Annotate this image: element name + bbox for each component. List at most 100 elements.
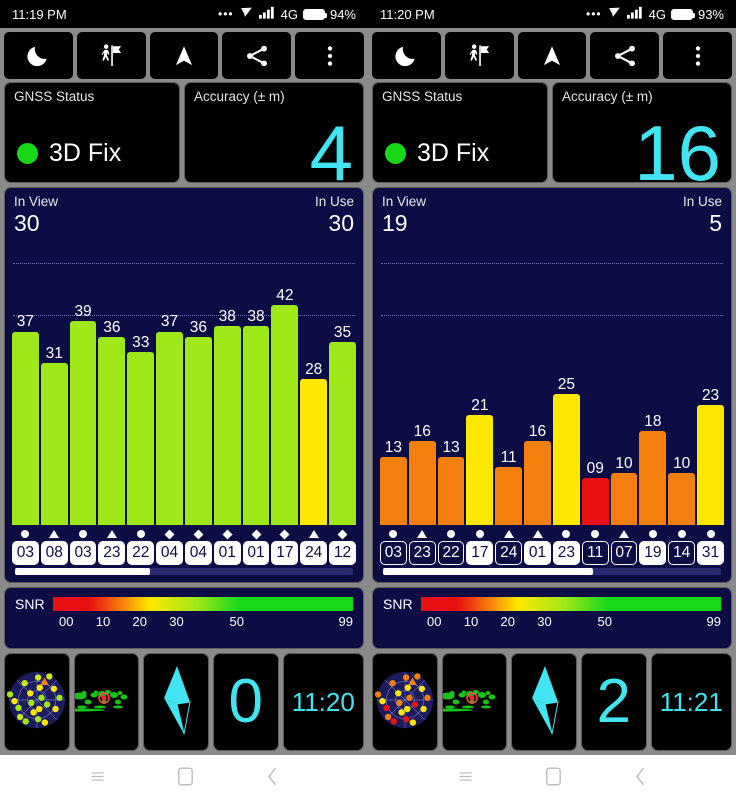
satellite-id-badge[interactable]: 04 xyxy=(184,541,212,565)
share-button[interactable] xyxy=(222,32,292,79)
clock-card[interactable]: 11:21 xyxy=(650,653,733,751)
bar-group[interactable]: 28 xyxy=(300,232,328,525)
satellite-id-badge[interactable]: 03 xyxy=(12,541,39,565)
bar-group[interactable]: 39 xyxy=(69,232,97,525)
satellite-id-badge[interactable]: 01 xyxy=(213,541,241,565)
bar xyxy=(300,378,328,525)
satellite-id-badge[interactable]: 08 xyxy=(40,541,68,565)
nav-menu-button[interactable] xyxy=(89,768,106,785)
surveyor-button[interactable] xyxy=(76,32,146,79)
chart-scrollbar[interactable] xyxy=(383,568,721,575)
navigation-button[interactable] xyxy=(517,32,587,79)
clock-card[interactable]: 11:20 xyxy=(282,653,365,751)
world-map-card[interactable] xyxy=(441,653,508,751)
satellite-id-badge[interactable]: 17 xyxy=(271,541,299,565)
satellite-id-badge[interactable]: 22 xyxy=(437,541,465,565)
snr-legend-row: SNR xyxy=(383,596,721,612)
satellite-id-badge[interactable]: 22 xyxy=(127,541,155,565)
bar-group[interactable]: 37 xyxy=(12,232,39,525)
overflow-menu-button[interactable] xyxy=(295,32,364,79)
gps-panel-1: 11:19 PM ••• 4G 94% GNSS Status 3D Fix Accurac… xyxy=(0,0,368,755)
accuracy-card[interactable]: Accuracy (± m) 4 xyxy=(184,82,364,183)
bar-group[interactable]: 16 xyxy=(524,232,551,525)
satellite-id-badge[interactable]: 03 xyxy=(69,541,97,565)
satellite-id-badge[interactable]: 19 xyxy=(639,541,667,565)
accuracy-card[interactable]: Accuracy (± m) 16 xyxy=(552,82,732,183)
speed-card[interactable]: 0 xyxy=(212,653,279,751)
bar-group[interactable]: 38 xyxy=(242,232,270,525)
bar-group[interactable]: 16 xyxy=(408,232,436,525)
nav-home-button[interactable] xyxy=(545,767,561,786)
nav-home-button[interactable] xyxy=(177,767,193,786)
surveyor-button[interactable] xyxy=(444,32,514,79)
bar xyxy=(524,441,551,525)
chart-scrollbar-thumb[interactable] xyxy=(15,568,151,575)
satellite-id-badge[interactable]: 14 xyxy=(668,541,696,565)
bar-group[interactable]: 36 xyxy=(184,232,212,525)
nav-back-button[interactable] xyxy=(633,767,648,786)
bar-group[interactable]: 13 xyxy=(437,232,465,525)
satellite-id-badge[interactable]: 24 xyxy=(300,541,328,565)
bar-group[interactable]: 31 xyxy=(40,232,68,525)
bar-group[interactable]: 42 xyxy=(271,232,299,525)
bar-group[interactable]: 36 xyxy=(98,232,126,525)
skyplot-card[interactable] xyxy=(372,653,438,751)
nav-back-button[interactable] xyxy=(265,767,280,786)
in-use-label: In Use xyxy=(682,194,722,209)
bar-group[interactable]: 23 xyxy=(697,232,724,525)
satellite-id-badge[interactable]: 23 xyxy=(552,541,580,565)
nav-menu-button[interactable] xyxy=(457,768,474,785)
bar-group[interactable]: 35 xyxy=(329,232,356,525)
snr-tick: 10 xyxy=(95,614,111,629)
satellite-id-badge[interactable]: 31 xyxy=(697,541,724,565)
chart-scrollbar-thumb[interactable] xyxy=(383,568,593,575)
share-button[interactable] xyxy=(590,32,660,79)
satellite-id-badge[interactable]: 17 xyxy=(466,541,494,565)
satellite-id-badge[interactable]: 07 xyxy=(610,541,638,565)
notification-dots-icon: ••• xyxy=(586,7,602,21)
bar-group[interactable]: 18 xyxy=(639,232,667,525)
bar-group[interactable]: 10 xyxy=(610,232,638,525)
satellite-id-badge[interactable]: 01 xyxy=(524,541,551,565)
snr-tick: 99 xyxy=(706,614,721,629)
satellite-id-badge[interactable]: 23 xyxy=(408,541,436,565)
bar-group[interactable]: 09 xyxy=(581,232,609,525)
overflow-menu-button[interactable] xyxy=(663,32,732,79)
satellite-id-badge[interactable]: 04 xyxy=(156,541,183,565)
gnss-status-card[interactable]: GNSS Status 3D Fix xyxy=(372,82,548,183)
network-type-label: 4G xyxy=(280,6,298,22)
bar-group[interactable]: 38 xyxy=(213,232,241,525)
satellite-id-badge[interactable]: 23 xyxy=(98,541,126,565)
clock-value: 11:21 xyxy=(659,686,723,717)
satellite-id-badge[interactable]: 01 xyxy=(242,541,270,565)
bar-group[interactable]: 25 xyxy=(552,232,580,525)
triangle-marker-icon xyxy=(417,530,428,538)
fix-status-label: 3D Fix xyxy=(49,139,122,167)
in-view-group: In View 30 xyxy=(14,194,58,236)
satellite-id-badge[interactable]: 24 xyxy=(495,541,523,565)
bar-group[interactable]: 11 xyxy=(495,232,523,525)
speed-card[interactable]: 2 xyxy=(580,653,647,751)
bar-group[interactable]: 37 xyxy=(156,232,183,525)
chart-scrollbar[interactable] xyxy=(15,568,353,575)
bar-group[interactable]: 13 xyxy=(380,232,407,525)
bar-group[interactable]: 10 xyxy=(668,232,696,525)
satellite-id-badge[interactable]: 12 xyxy=(329,541,356,565)
snr-tick: 10 xyxy=(463,614,479,629)
navigation-button[interactable] xyxy=(149,32,219,79)
fix-status-indicator xyxy=(385,143,406,164)
gnss-status-card[interactable]: GNSS Status 3D Fix xyxy=(4,82,180,183)
bar xyxy=(466,415,494,525)
satellite-id-badge[interactable]: 03 xyxy=(380,541,407,565)
night-mode-button[interactable] xyxy=(372,32,441,79)
night-mode-button[interactable] xyxy=(4,32,73,79)
world-map-card[interactable] xyxy=(73,653,140,751)
skyplot-card[interactable] xyxy=(4,653,70,751)
bar-group[interactable]: 33 xyxy=(127,232,155,525)
bar-group[interactable]: 21 xyxy=(466,232,494,525)
constellation-marker-diamond xyxy=(185,528,212,540)
compass-card[interactable] xyxy=(511,653,577,751)
compass-card[interactable] xyxy=(143,653,209,751)
circle-marker-icon xyxy=(21,530,30,538)
satellite-id-badge[interactable]: 11 xyxy=(581,541,609,565)
